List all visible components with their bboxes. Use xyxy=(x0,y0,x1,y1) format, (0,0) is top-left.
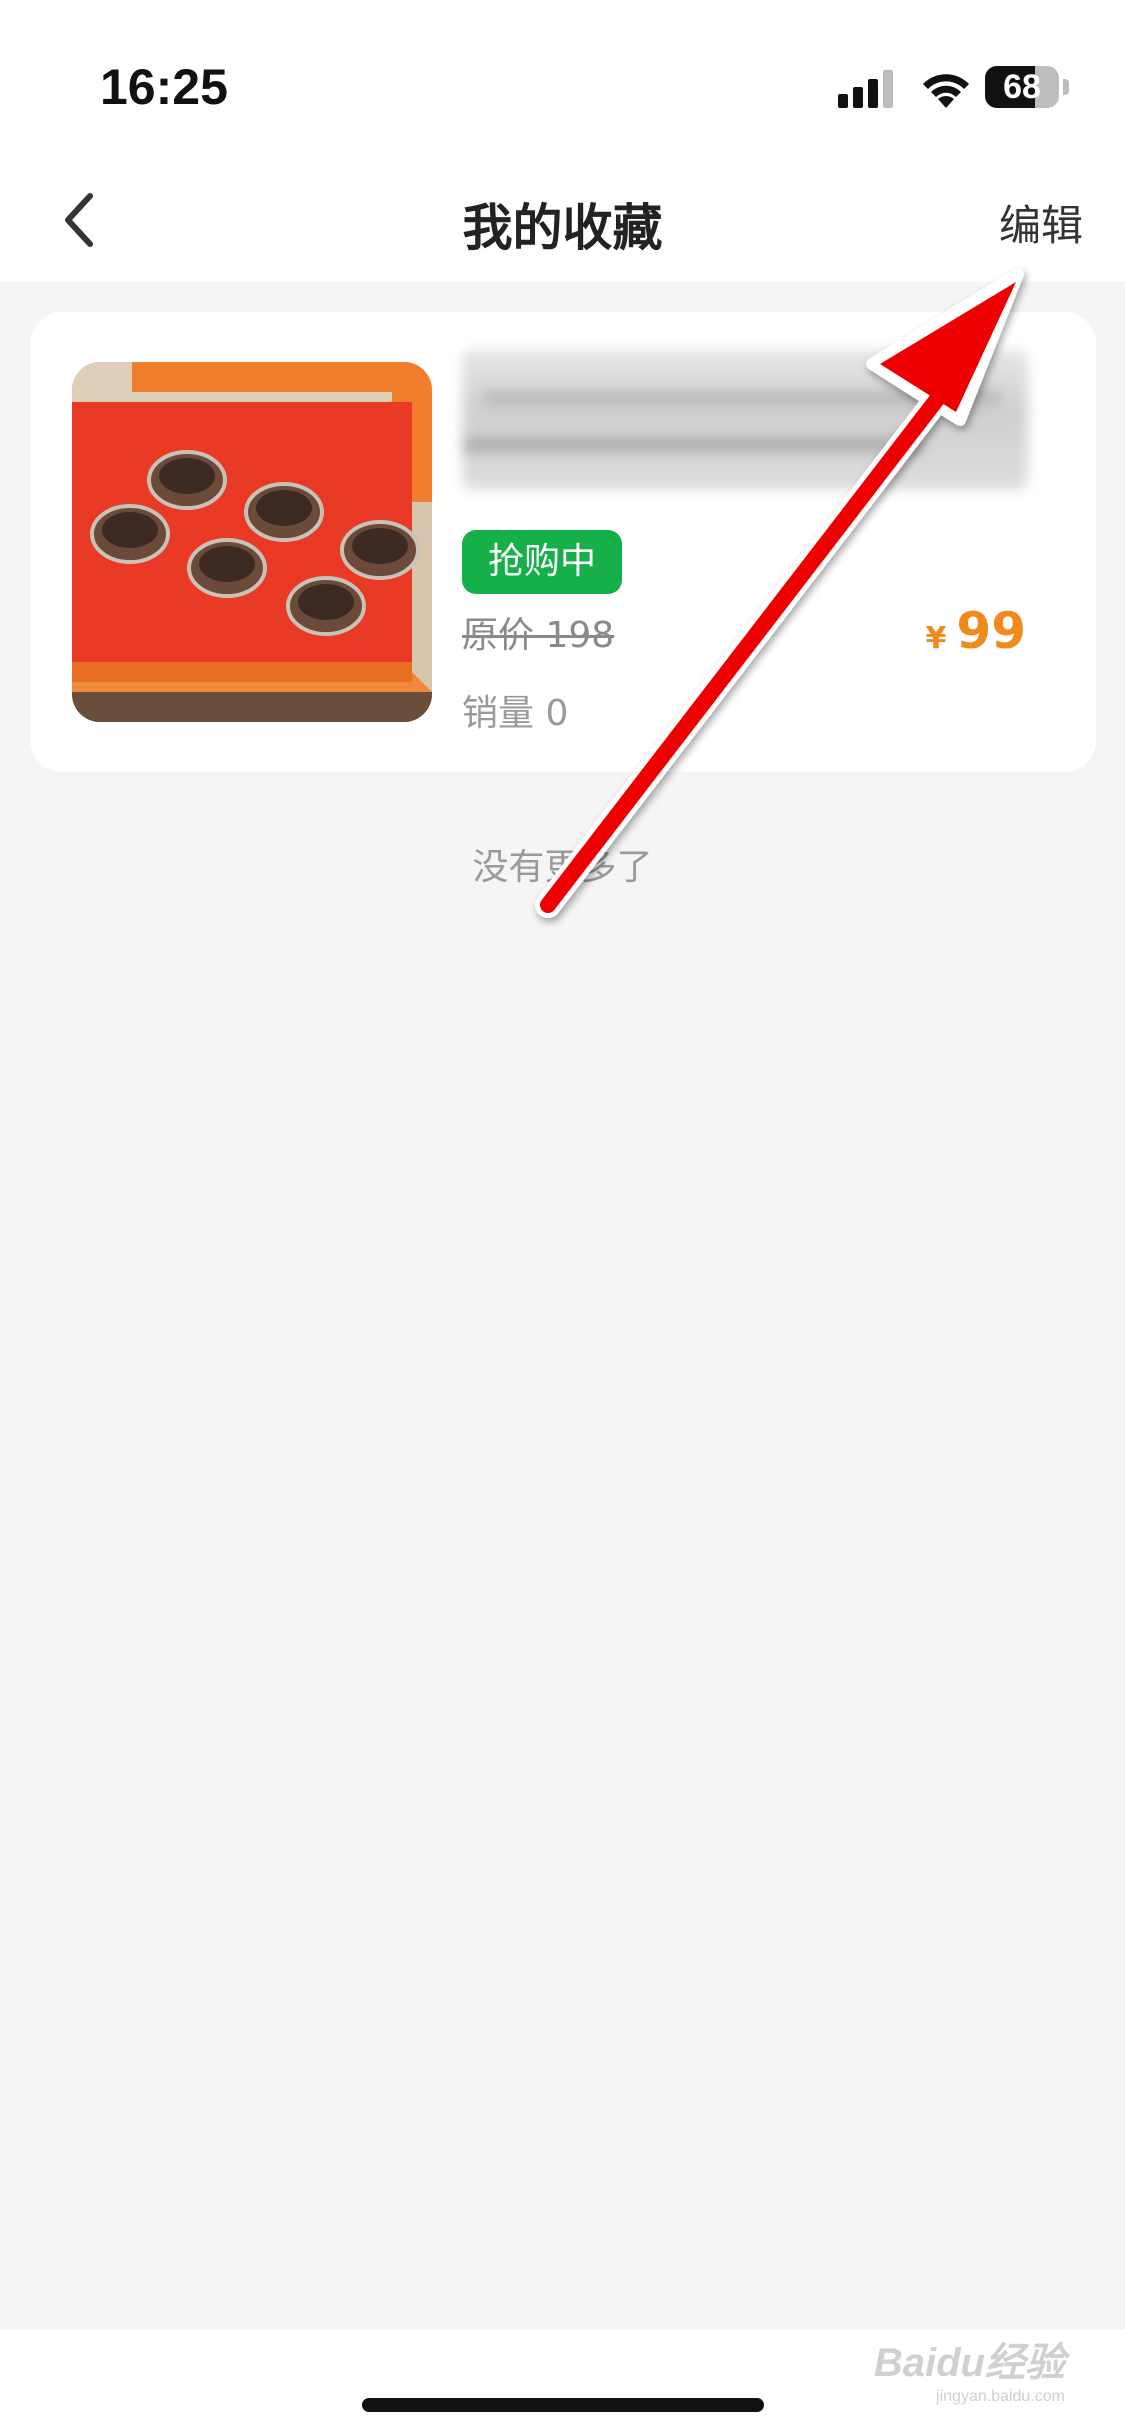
product-title-redacted xyxy=(462,350,1028,490)
cellular-signal-icon xyxy=(838,70,893,108)
battery-icon: 68 xyxy=(985,66,1069,108)
watermark-brand: Baidu经验 xyxy=(873,2341,1065,2385)
status-time: 16:25 xyxy=(100,59,228,115)
sales-count: 销量 0 xyxy=(462,693,569,734)
list-end-text: 没有更多了 xyxy=(472,847,653,888)
page-title: 我的收藏 xyxy=(462,199,663,257)
watermark: Baidu经验 jingyan.baidu.com xyxy=(874,2330,1065,2410)
status-badge: 抢购中 xyxy=(462,530,623,594)
wifi-icon xyxy=(923,74,969,108)
watermark-url: jingyan.baidu.com xyxy=(936,2388,1065,2405)
home-indicator[interactable] xyxy=(362,2398,764,2412)
price: ¥99 xyxy=(926,602,1026,660)
edit-button[interactable]: 编辑 xyxy=(999,192,1083,253)
price-value: 99 xyxy=(956,602,1026,660)
nav-bar: 我的收藏 编辑 xyxy=(0,160,1125,282)
battery-level: 68 xyxy=(1003,68,1041,106)
product-image[interactable] xyxy=(72,362,432,722)
status-bar: 16:25 68 xyxy=(0,0,1125,160)
original-price: 原价 198 xyxy=(462,615,615,656)
currency-symbol: ¥ xyxy=(925,621,947,656)
favorite-item-card[interactable]: 抢购中 原价 198 销量 0 ¥99 xyxy=(30,312,1096,772)
